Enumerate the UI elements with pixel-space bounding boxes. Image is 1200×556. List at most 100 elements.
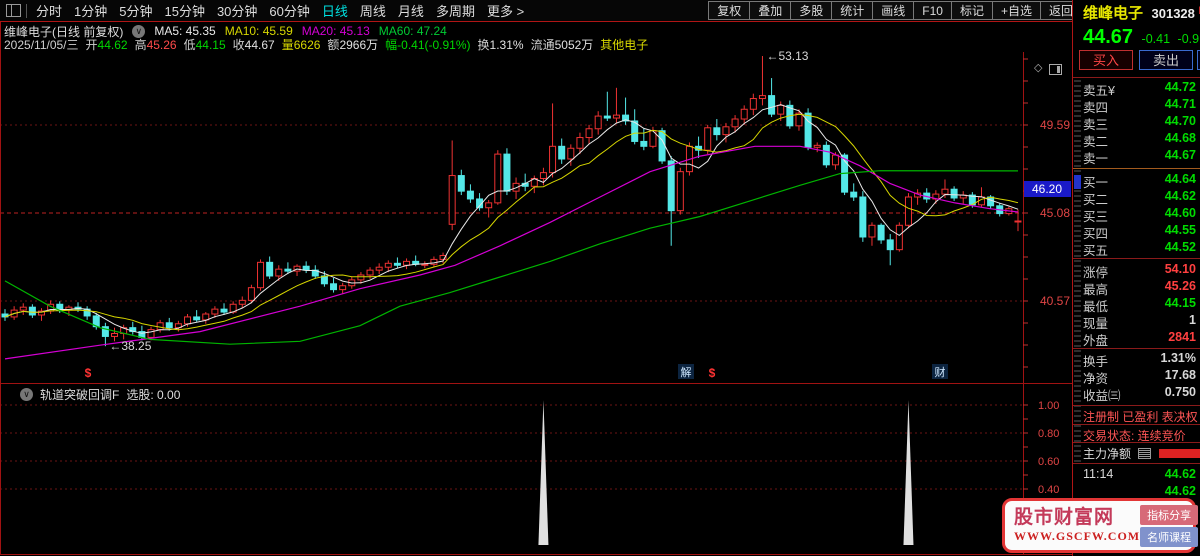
indicator-label-row: ∨ 轨道突破回调F 选股: 0.00: [20, 386, 180, 403]
markers-layer: $ 解 $ 财: [85, 364, 948, 380]
candlestick-chart[interactable]: 49.59 45.08 40.57 46.20 1.00 0.80 0.60 0.40 ←53.…: [0, 0, 1072, 556]
indicator-name: 轨道突破回调F: [40, 388, 120, 402]
tab-more[interactable]: 更多 >: [481, 1, 530, 20]
float-shares-value: 流通5052万: [530, 38, 594, 52]
stat-row: 最高45.26量: [1083, 279, 1196, 297]
watermark-title: 股市财富网: [1014, 507, 1115, 528]
menu-button-group: 复权 叠加 多股 统计 画线 F10 标记 +自选 返回: [708, 1, 1082, 20]
tab-5min[interactable]: 5分钟: [113, 1, 158, 20]
volume-value: 量6626: [281, 38, 321, 52]
trading-status: 交易状态: 连续竞价: [1083, 429, 1186, 443]
indicator-readout: 选股: 0.00: [126, 388, 181, 402]
stat-row: 现量1总: [1083, 313, 1196, 331]
badge-teacher-course: 名师课程: [1140, 526, 1199, 547]
high-value: 高45.26: [134, 38, 177, 52]
svg-text:0.80: 0.80: [1038, 428, 1059, 440]
stat-row: 收益㈢0.750P: [1083, 385, 1196, 403]
price-axis: 49.59 45.08 40.57 46.20 1.00 0.80 0.60 0.40: [1024, 118, 1071, 496]
window-split-icon[interactable]: [6, 4, 21, 17]
tab-timeshare[interactable]: 分时: [30, 1, 68, 20]
bid-row[interactable]: 买二 44.62: [1083, 189, 1200, 207]
date-label: 2025/11/05/三: [4, 38, 79, 52]
bid-row[interactable]: 买三 44.60: [1083, 206, 1200, 224]
watermark-badges: 指标分享 名师课程: [1140, 503, 1199, 549]
grid-layer: [0, 124, 1023, 490]
watermark-url: WWW.GSCFW.COM: [1014, 529, 1141, 543]
change-value: 幅-0.41(-0.91%): [385, 38, 471, 52]
last-price: 44.67: [1083, 26, 1134, 48]
chevron-down-circle-icon[interactable]: ∨: [20, 388, 33, 401]
svg-text:40.57: 40.57: [1040, 294, 1070, 308]
frame-layer: [0, 22, 1072, 555]
stock-header: 维峰电子 301328 R: [1083, 2, 1200, 22]
badge-indicator-share: 指标分享: [1140, 504, 1199, 525]
svg-text:←53.13: ←53.13: [766, 49, 808, 63]
ask-row[interactable]: 卖三 44.70: [1083, 114, 1200, 132]
main-flow-bar: [1159, 449, 1200, 458]
industry-label: 其他电子: [600, 38, 649, 52]
button-stats[interactable]: 统计: [831, 1, 874, 20]
annotations-layer: ←53.13 ←38.25: [109, 49, 808, 353]
tab-15min[interactable]: 15分钟: [158, 1, 210, 20]
main-flow-row[interactable]: 主力净额: [1083, 445, 1200, 461]
tab-weekly[interactable]: 周线: [354, 1, 392, 20]
svg-text:1.00: 1.00: [1038, 400, 1059, 412]
quote-panel: 维峰电子 301328 R 44.67 -0.41 -0.91% 买入 卖出 卖…: [1072, 0, 1200, 556]
price-row: 44.67 -0.41 -0.91%: [1083, 26, 1200, 48]
stat-row: 净资17.68流: [1083, 368, 1196, 386]
button-add-watchlist[interactable]: +自选: [991, 1, 1041, 20]
panel-divider-strip[interactable]: [1074, 80, 1081, 465]
registration-status: 注册制 已盈利 表决权: [1083, 410, 1198, 424]
svg-text:$: $: [709, 366, 716, 380]
signal-spike: [903, 400, 914, 545]
top-menubar: 分时 1分钟 5分钟 15分钟 30分钟 60分钟 日线 周线 月线 多周期 更…: [0, 0, 1200, 22]
list-icon: [1137, 448, 1151, 459]
tab-monthly[interactable]: 月线: [392, 1, 430, 20]
ask-row[interactable]: 卖五¥ 44.72: [1083, 80, 1200, 98]
stat-row: 外盘2841内: [1083, 330, 1196, 348]
ask-row[interactable]: 卖一 44.67: [1083, 148, 1200, 166]
svg-text:解: 解: [681, 365, 692, 379]
amount-value: 额2966万: [327, 38, 379, 52]
close-value: 收44.67: [232, 38, 275, 52]
tab-60min[interactable]: 60分钟: [263, 1, 315, 20]
button-mark[interactable]: 标记: [950, 1, 993, 20]
menu-separator: [26, 3, 27, 18]
stat-row: 最低44.15市: [1083, 296, 1196, 314]
tick-row: 11:14 44.62: [1083, 467, 1196, 481]
buy-button[interactable]: 买入: [1079, 50, 1133, 70]
bid-row[interactable]: 买一 44.64: [1083, 172, 1200, 190]
app-window: 49.59 45.08 40.57 46.20 1.00 0.80 0.60 0.40 ←53.…: [0, 0, 1200, 556]
turnover-value: 换1.31%: [477, 38, 524, 52]
stock-name: 维峰电子: [1083, 5, 1144, 22]
svg-text:49.59: 49.59: [1040, 118, 1070, 132]
button-overlay[interactable]: 叠加: [749, 1, 792, 20]
price-change: -0.41: [1141, 32, 1171, 46]
button-draw-line[interactable]: 画线: [872, 1, 915, 20]
panel-icon[interactable]: [1049, 64, 1062, 75]
stock-code: 301328: [1151, 6, 1195, 21]
button-multi-stock[interactable]: 多股: [790, 1, 833, 20]
tab-daily-active[interactable]: 日线: [316, 1, 354, 20]
divider-marker: [1074, 175, 1081, 189]
sell-button[interactable]: 卖出: [1139, 50, 1193, 70]
ask-row[interactable]: 卖四 44.71: [1083, 97, 1200, 115]
svg-text:$: $: [85, 366, 92, 380]
svg-text:45.08: 45.08: [1040, 206, 1070, 220]
ask-row[interactable]: 卖二 44.68: [1083, 131, 1200, 149]
cursor-price-box: 46.20: [1032, 182, 1062, 196]
button-f10[interactable]: F10: [913, 1, 952, 20]
ohlc-info-row: 2025/11/05/三 开44.62 高45.26 低44.15 收44.67…: [4, 38, 1064, 52]
price-change-pct: -0.91%: [1177, 32, 1200, 46]
bid-row[interactable]: 买五 44.52: [1083, 240, 1200, 258]
watermark-text-block: 股市财富网 WWW.GSCFW.COM: [1014, 507, 1140, 544]
stat-row: 涨停54.10跌: [1083, 262, 1196, 280]
tab-1min[interactable]: 1分钟: [68, 1, 113, 20]
button-fuquan[interactable]: 复权: [708, 1, 751, 20]
diamond-icon[interactable]: ◇: [1034, 63, 1042, 74]
low-value: 低44.15: [183, 38, 226, 52]
tab-30min[interactable]: 30分钟: [211, 1, 263, 20]
tab-multi-period[interactable]: 多周期: [430, 1, 481, 20]
stat-row: 换手1.31%股: [1083, 351, 1196, 369]
bid-row[interactable]: 买四 44.55: [1083, 223, 1200, 241]
